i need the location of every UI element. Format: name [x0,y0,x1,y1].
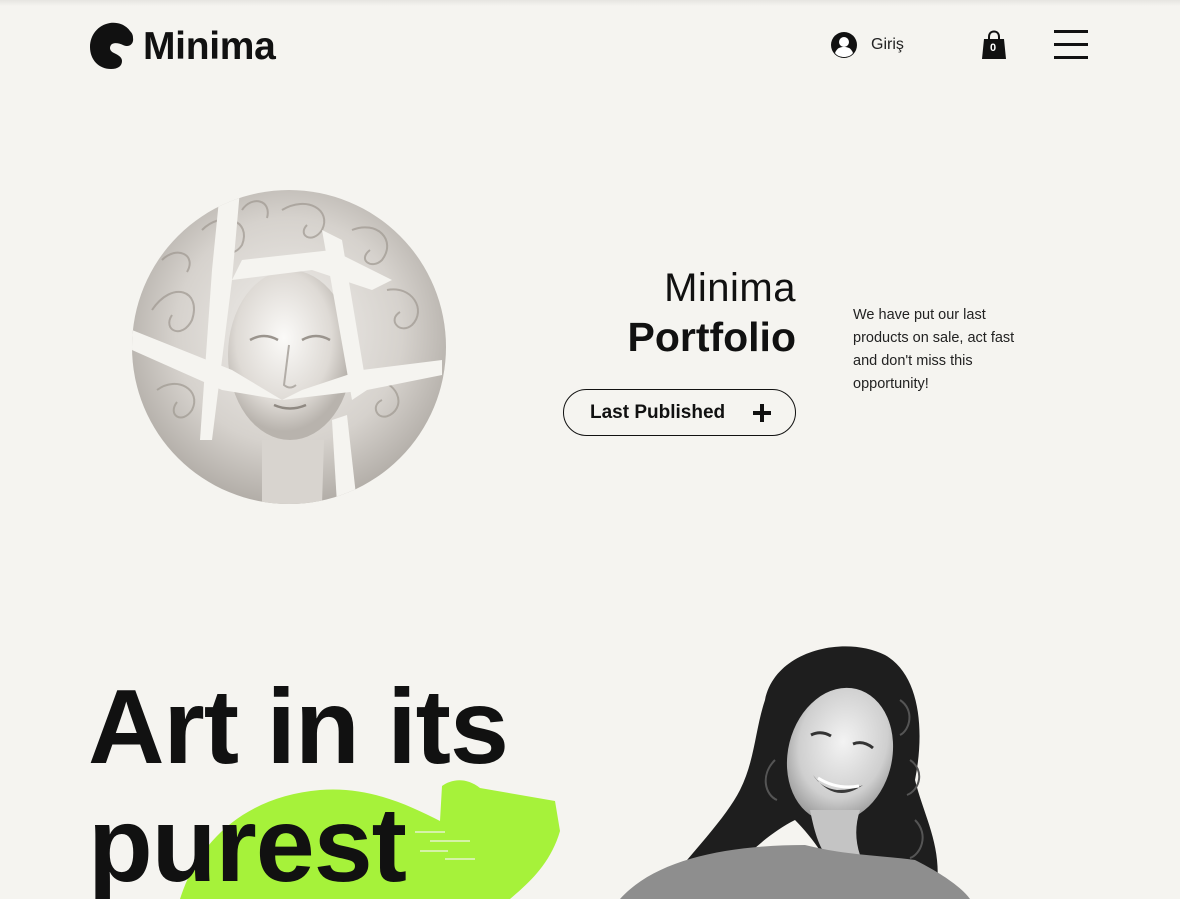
menu-line [1054,43,1088,46]
user-avatar-icon [831,32,857,58]
login-label: Giriş [871,36,904,53]
woman-portrait-image [615,640,975,899]
last-published-label: Last Published [590,401,726,423]
statue-image [132,190,446,504]
hero-title-line1: Minima [664,266,796,310]
brand-name: Minima [143,24,276,68]
header-shadow [0,0,1180,6]
menu-line [1054,30,1088,33]
hero-title-line2: Portfolio [627,314,796,360]
menu-line [1054,56,1088,59]
headline-line2: purest [88,786,407,899]
cart-button[interactable]: 0 [981,30,1007,60]
headline-line1: Art in its [88,668,509,786]
plus-icon [753,404,771,422]
cart-count: 0 [989,42,997,54]
hamburger-menu-button[interactable] [1054,30,1090,61]
logo-mark-icon [90,22,134,69]
last-published-button[interactable]: Last Published [563,389,796,436]
site-logo[interactable]: Minima [89,21,276,71]
feature-headline: Art in its purest [88,668,509,899]
hero-title: Minima Portfolio [560,264,796,362]
hero-description: We have put our last products on sale, a… [853,307,1015,392]
login-button[interactable]: Giriş [830,31,904,59]
